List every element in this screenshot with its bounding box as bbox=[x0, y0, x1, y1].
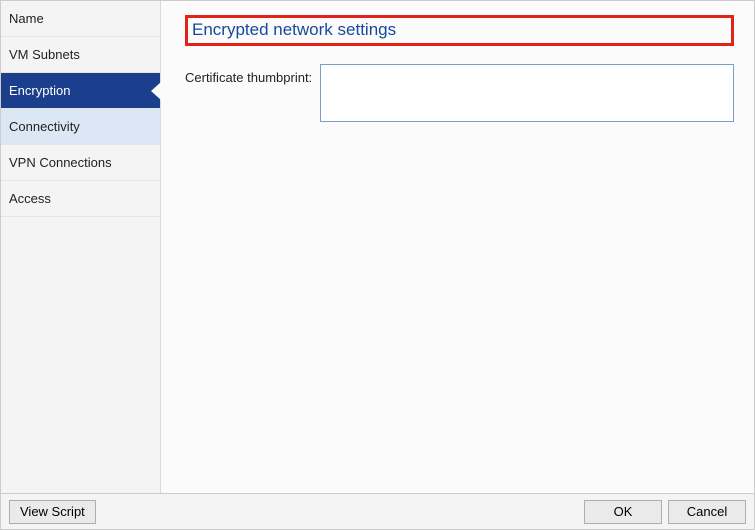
title-highlight-box: Encrypted network settings bbox=[185, 15, 734, 46]
ok-button[interactable]: OK bbox=[584, 500, 662, 524]
sidebar: Name VM Subnets Encryption Connectivity … bbox=[1, 1, 161, 493]
sidebar-item-connectivity[interactable]: Connectivity bbox=[1, 109, 160, 145]
sidebar-item-label: VM Subnets bbox=[9, 47, 80, 62]
sidebar-item-encryption[interactable]: Encryption bbox=[1, 73, 160, 109]
cancel-button[interactable]: Cancel bbox=[668, 500, 746, 524]
sidebar-item-access[interactable]: Access bbox=[1, 181, 160, 217]
sidebar-item-label: VPN Connections bbox=[9, 155, 112, 170]
sidebar-item-vpn-connections[interactable]: VPN Connections bbox=[1, 145, 160, 181]
panel-title: Encrypted network settings bbox=[188, 18, 404, 43]
cert-thumbprint-label: Certificate thumbprint: bbox=[185, 64, 320, 85]
dialog-window: Name VM Subnets Encryption Connectivity … bbox=[0, 0, 755, 530]
view-script-button[interactable]: View Script bbox=[9, 500, 96, 524]
dialog-body: Name VM Subnets Encryption Connectivity … bbox=[1, 1, 754, 493]
sidebar-item-label: Name bbox=[9, 11, 44, 26]
sidebar-item-label: Encryption bbox=[9, 83, 70, 98]
form-row-cert: Certificate thumbprint: bbox=[185, 64, 734, 122]
sidebar-item-vm-subnets[interactable]: VM Subnets bbox=[1, 37, 160, 73]
sidebar-item-label: Connectivity bbox=[9, 119, 80, 134]
content-panel: Encrypted network settings Certificate t… bbox=[161, 1, 754, 493]
dialog-footer: View Script OK Cancel bbox=[1, 493, 754, 529]
cert-thumbprint-input[interactable] bbox=[320, 64, 734, 122]
sidebar-item-name[interactable]: Name bbox=[1, 1, 160, 37]
sidebar-item-label: Access bbox=[9, 191, 51, 206]
